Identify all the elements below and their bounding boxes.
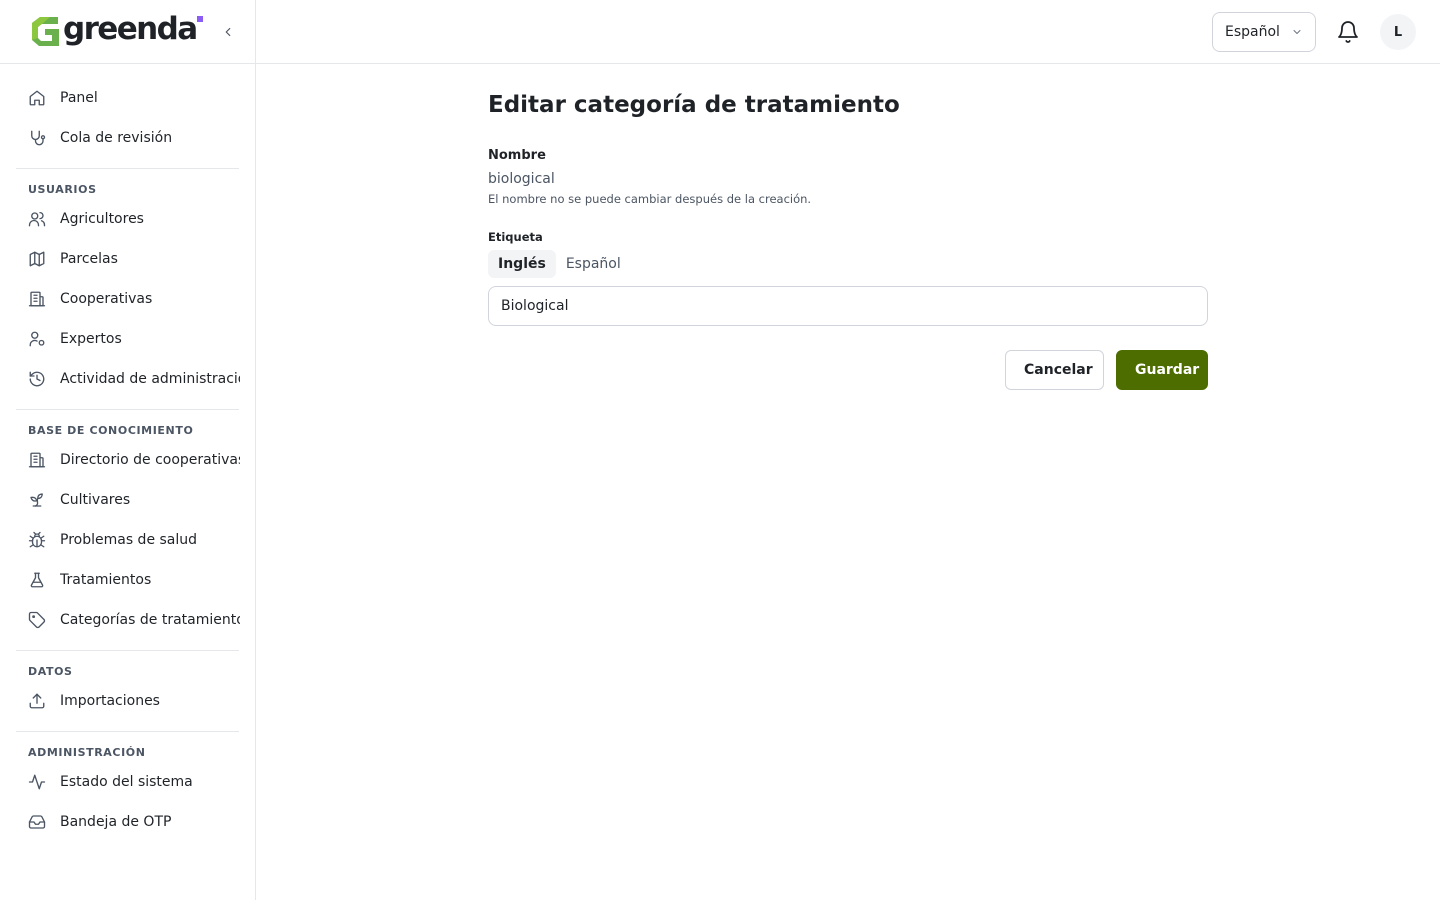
sidebar-item-system-status[interactable]: Estado del sistema <box>16 762 240 802</box>
sidebar-item-treatment-categories[interactable]: Categorías de tratamiento <box>16 600 240 640</box>
collapse-sidebar-button[interactable] <box>218 22 238 42</box>
sidebar-item-label: Tratamientos <box>60 572 152 588</box>
history-icon <box>28 370 46 388</box>
sidebar-item-cooperative-directory[interactable]: Directorio de cooperativas <box>16 440 240 480</box>
chevron-left-icon <box>225 27 231 37</box>
language-select[interactable]: Español <box>1212 12 1316 52</box>
sidebar-section-heading: BASE DE CONOCIMIENTO <box>28 423 194 437</box>
stethoscope-icon <box>28 129 46 147</box>
inbox-icon <box>28 813 46 831</box>
save-button[interactable]: Guardar <box>1116 350 1208 390</box>
name-value: biological <box>488 171 555 187</box>
main-content: Editar categoría de tratamiento Nombre b… <box>488 64 1208 390</box>
map-icon <box>28 250 46 268</box>
sidebar-item-label: Panel <box>60 90 98 106</box>
sidebar-item-health-problems[interactable]: Problemas de salud <box>16 520 240 560</box>
sidebar-item-label: Importaciones <box>60 693 160 709</box>
sidebar-item-label: Cultivares <box>60 492 131 508</box>
sidebar-item-label: Categorías de tratamiento <box>60 612 240 628</box>
greenda-g-logo-icon <box>32 16 59 46</box>
language-select-value: Español <box>1225 24 1280 40</box>
activity-icon <box>28 773 46 791</box>
sidebar-section-heading: USUARIOS <box>28 182 97 196</box>
logo[interactable]: greenda <box>28 11 198 49</box>
chevron-down-icon <box>1293 30 1301 34</box>
sidebar-item-imports[interactable]: Importaciones <box>16 681 240 721</box>
user-cog-icon <box>28 330 46 348</box>
sidebar-item-experts[interactable]: Expertos <box>16 319 240 359</box>
form-actions: Cancelar Guardar <box>488 350 1208 390</box>
tab-english[interactable]: Inglés <box>488 250 556 278</box>
building-icon <box>28 451 46 469</box>
user-avatar[interactable]: L <box>1380 14 1416 50</box>
tab-spanish[interactable]: Español <box>556 250 631 278</box>
brand-name: greenda <box>63 11 198 47</box>
sidebar-item-review-queue[interactable]: Cola de revisión <box>16 118 240 158</box>
sidebar-item-otp-inbox[interactable]: Bandeja de OTP <box>16 802 240 842</box>
notifications-button[interactable] <box>1336 20 1360 44</box>
name-help-text: El nombre no se puede cambiar después de… <box>488 192 812 206</box>
label-field-title: Etiqueta <box>488 230 543 244</box>
home-icon <box>28 89 46 107</box>
sidebar-section-heading: ADMINISTRACIÓN <box>28 745 146 759</box>
sidebar-divider <box>16 168 239 169</box>
sidebar-item-label: Actividad de administración <box>60 371 240 387</box>
label-language-tabs: Inglés Español <box>488 250 1208 278</box>
sidebar-item-label: Estado del sistema <box>60 774 193 790</box>
flask-icon <box>28 571 46 589</box>
name-label: Nombre <box>488 148 546 163</box>
sidebar-item-label: Problemas de salud <box>60 532 198 548</box>
sidebar-item-label: Cooperativas <box>60 291 153 307</box>
sidebar-divider <box>16 731 239 732</box>
sidebar-divider <box>16 409 239 410</box>
tag-icon <box>28 611 46 629</box>
sidebar-item-label: Directorio de cooperativas <box>60 452 240 468</box>
sidebar-item-farmers[interactable]: Agricultores <box>16 199 240 239</box>
cancel-button[interactable]: Cancelar <box>1005 350 1104 390</box>
sidebar-item-treatments[interactable]: Tratamientos <box>16 560 240 600</box>
sprout-icon <box>28 491 46 509</box>
sidebar-item-cultivars[interactable]: Cultivares <box>16 480 240 520</box>
bell-icon <box>1338 21 1358 43</box>
sidebar-section-heading: DATOS <box>28 664 73 678</box>
sidebar-item-plots[interactable]: Parcelas <box>16 239 240 279</box>
sidebar-item-label: Bandeja de OTP <box>60 814 172 830</box>
sidebar-item-cooperatives[interactable]: Cooperativas <box>16 279 240 319</box>
sidebar-divider <box>16 650 239 651</box>
sidebar-item-label: Agricultores <box>60 211 144 227</box>
page-title: Editar categoría de tratamiento <box>488 92 900 118</box>
sidebar: greenda Panel Cola de revisión USUARIOS … <box>0 0 256 900</box>
sidebar-item-panel[interactable]: Panel <box>16 78 240 118</box>
sidebar-item-label: Expertos <box>60 331 122 347</box>
brand-bar: greenda <box>0 0 255 64</box>
sidebar-item-label: Cola de revisión <box>60 130 173 146</box>
building-icon <box>28 290 46 308</box>
label-input[interactable] <box>488 286 1208 326</box>
users-icon <box>28 210 46 228</box>
sidebar-nav: Panel Cola de revisión USUARIOS Agricult… <box>0 64 255 842</box>
sidebar-item-label: Parcelas <box>60 251 118 267</box>
brand-accent-dot <box>197 16 203 22</box>
top-bar: Español L <box>256 0 1440 64</box>
sidebar-item-admin-activity[interactable]: Actividad de administración <box>16 359 240 399</box>
upload-icon <box>28 692 46 710</box>
bug-icon <box>28 531 46 549</box>
